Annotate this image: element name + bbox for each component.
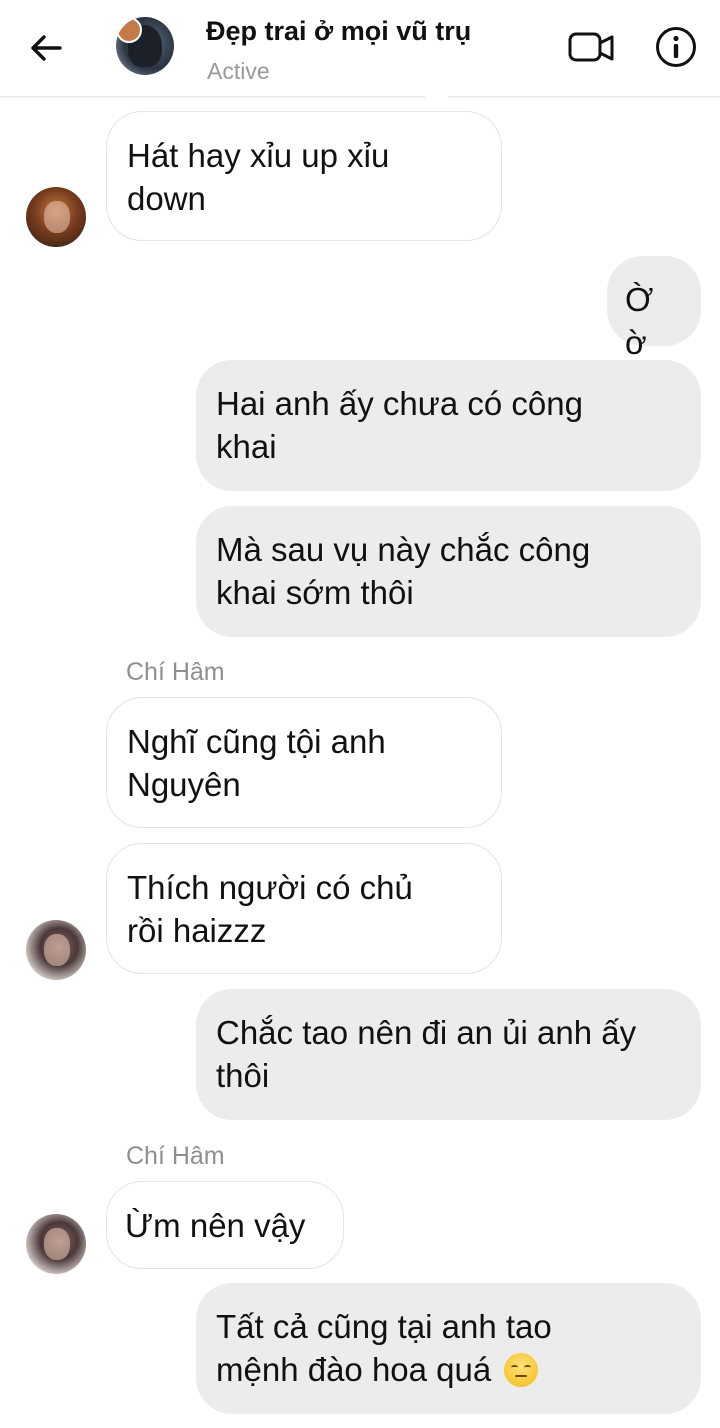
pensive-face-icon <box>504 1353 539 1387</box>
message-line: rồi haizzz <box>127 912 267 949</box>
incoming-message[interactable]: Nghĩ cũng tội anh Nguyên <box>106 697 502 828</box>
message-line: khai <box>216 428 277 465</box>
back-arrow-icon[interactable] <box>26 28 66 68</box>
contact-name[interactable]: Đẹp trai ở mọi vũ trụ <box>206 16 471 47</box>
message-line: Ờ ờ <box>625 281 654 361</box>
message-line: thôi <box>216 1057 270 1094</box>
message-line: Thích người có chủ <box>127 869 413 906</box>
incoming-message[interactable]: Thích người có chủ rồi haizzz <box>106 843 502 974</box>
message-text: mệnh đào hoa quá <box>216 1351 492 1388</box>
message-line: Hát hay xỉu up xỉu <box>127 137 390 174</box>
incoming-message[interactable]: Hát hay xỉu up xỉu down <box>106 111 502 241</box>
video-call-icon[interactable] <box>568 28 616 68</box>
sender-name: Chí Hâm <box>126 658 225 686</box>
sender-avatar[interactable] <box>26 920 86 980</box>
outgoing-message[interactable]: Tất cả cũng tại anh tao mệnh đào hoa quá <box>196 1283 701 1414</box>
message-line: Tất cả cũng tại anh tao <box>216 1308 552 1345</box>
message-line: Nguyên <box>127 766 241 803</box>
info-icon[interactable] <box>654 25 698 69</box>
message-line: Ừm nên vậy <box>125 1207 306 1244</box>
chat-header: Đẹp trai ở mọi vũ trụ Active <box>0 0 720 97</box>
message-line: mệnh đào hoa quá <box>216 1348 681 1391</box>
contact-status: Active <box>207 58 270 84</box>
outgoing-message[interactable]: Hai anh ấy chưa có công khai <box>196 360 701 491</box>
outgoing-message[interactable]: Chắc tao nên đi an ủi anh ấy thôi <box>196 989 701 1120</box>
outgoing-message[interactable]: Ờ ờ <box>607 256 701 361</box>
scroll-indicator <box>424 90 450 102</box>
message-line: Mà sau vụ này chắc công <box>216 531 591 568</box>
incoming-message[interactable]: Ừm nên vậy <box>106 1181 344 1269</box>
contact-avatar[interactable] <box>116 17 174 75</box>
sender-avatar[interactable] <box>26 187 86 247</box>
outgoing-message[interactable]: Mà sau vụ này chắc công khai sớm thôi <box>196 506 701 637</box>
message-line: khai sớm thôi <box>216 574 414 611</box>
message-line: Nghĩ cũng tội anh <box>127 723 386 760</box>
message-line: Chắc tao nên đi an ủi anh ấy <box>216 1014 637 1051</box>
sender-avatar[interactable] <box>26 1214 86 1274</box>
sender-name: Chí Hâm <box>126 1142 225 1170</box>
message-line: down <box>127 180 206 217</box>
message-line: Hai anh ấy chưa có công <box>216 385 583 422</box>
